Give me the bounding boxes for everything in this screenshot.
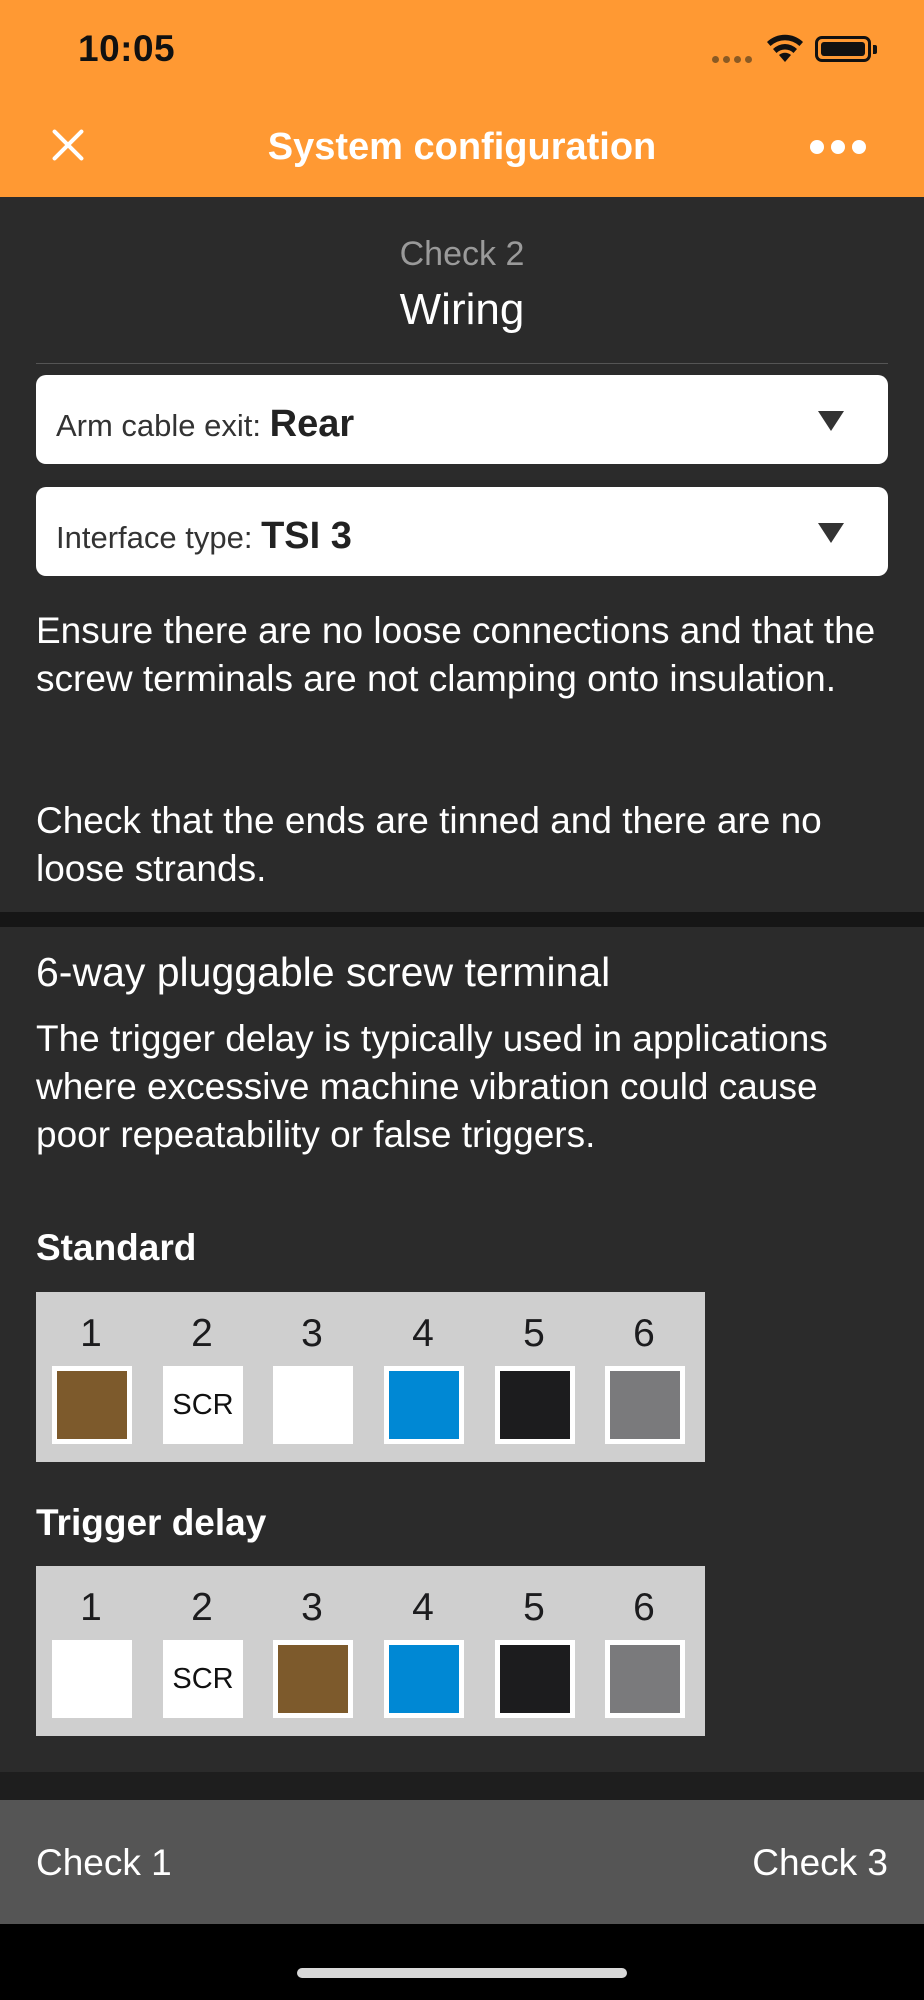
section-title: 6-way pluggable screw terminal (36, 949, 611, 995)
pin-number: 5 (523, 1586, 545, 1629)
footer-nav: Check 1 Check 3 (0, 1800, 924, 1924)
terminal-pin: 5 (479, 1292, 589, 1462)
pin-number: 2 (191, 1586, 213, 1629)
status-icons (0, 30, 924, 70)
check-name: Wiring (399, 285, 525, 334)
cellular-signal-icon (712, 56, 752, 63)
terminal-pin: 2 SCR (147, 1566, 257, 1736)
section-description: The trigger delay is typically used in a… (36, 1018, 828, 1155)
interface-type-select[interactable]: Interface type: TSI 3 (36, 487, 888, 576)
page-title: System configuration (267, 126, 657, 168)
pin-number: 1 (80, 1586, 102, 1629)
check-number: Check 2 (399, 235, 525, 273)
wire-color-swatch (52, 1640, 132, 1718)
pin-number: 4 (412, 1312, 434, 1355)
pin-number: 2 (191, 1312, 213, 1355)
terminal-pin: 4 (368, 1292, 478, 1462)
instruction-text: Ensure there are no loose connections an… (36, 610, 876, 699)
wifi-icon (767, 34, 803, 62)
wire-color-swatch (52, 1366, 132, 1444)
divider (36, 363, 888, 364)
standard-terminal-diagram: 1 2 SCR 3 4 5 6 (36, 1292, 705, 1462)
arm-cable-exit-select[interactable]: Arm cable exit: Rear (36, 375, 888, 464)
terminal-pin: 5 (479, 1566, 589, 1736)
dropdown-arrow-icon (818, 411, 844, 431)
pin-number: 6 (633, 1586, 655, 1629)
pin-number: 1 (80, 1312, 102, 1355)
pin-number: 6 (633, 1312, 655, 1355)
wire-color-swatch (605, 1366, 685, 1444)
wire-color-swatch (605, 1640, 685, 1718)
wire-color-swatch (495, 1366, 575, 1444)
prev-check-button[interactable]: Check 1 (36, 1842, 172, 1884)
pin-number: 3 (301, 1312, 323, 1355)
wire-color-swatch (495, 1640, 575, 1718)
terminal-pin: 1 (36, 1292, 146, 1462)
wiring-check-card: Check 2 Wiring Arm cable exit: Rear Inte… (0, 197, 924, 912)
select-value: TSI 3 (261, 515, 352, 557)
app-header: 10:05 System configuration (0, 0, 924, 197)
wire-color-swatch (273, 1366, 353, 1444)
wire-color-swatch (384, 1366, 464, 1444)
select-label: Arm cable exit: (56, 408, 262, 443)
pin-number: 3 (301, 1586, 323, 1629)
pin-number: 5 (523, 1312, 545, 1355)
terminal-pin: 6 (589, 1292, 699, 1462)
pin-number: 4 (412, 1586, 434, 1629)
battery-icon (815, 36, 877, 62)
instruction-text: Check that the ends are tinned and there… (36, 800, 822, 889)
trigger-delay-title: Trigger delay (36, 1502, 267, 1543)
wire-color-swatch (384, 1640, 464, 1718)
more-icon[interactable] (810, 132, 870, 162)
wire-color-swatch: SCR (163, 1366, 243, 1444)
select-label: Interface type: (56, 520, 253, 555)
home-bar (0, 1924, 924, 2000)
trigger-delay-terminal-diagram: 1 2 SCR 3 4 5 6 (36, 1566, 705, 1736)
select-value: Rear (269, 403, 355, 445)
terminal-card: 6-way pluggable screw terminal The trigg… (0, 927, 924, 1772)
home-indicator[interactable] (297, 1968, 627, 1978)
footer-separator (0, 1772, 924, 1800)
wire-color-swatch: SCR (163, 1640, 243, 1718)
terminal-pin: 3 (257, 1566, 367, 1736)
terminal-pin: 2 SCR (147, 1292, 257, 1462)
terminal-pin: 1 (36, 1566, 146, 1736)
section-separator (0, 912, 924, 927)
wire-color-swatch (273, 1640, 353, 1718)
terminal-pin: 3 (257, 1292, 367, 1462)
terminal-pin: 4 (368, 1566, 478, 1736)
dropdown-arrow-icon (818, 523, 844, 543)
standard-title: Standard (36, 1227, 197, 1268)
next-check-button[interactable]: Check 3 (752, 1842, 888, 1884)
terminal-pin: 6 (589, 1566, 699, 1736)
